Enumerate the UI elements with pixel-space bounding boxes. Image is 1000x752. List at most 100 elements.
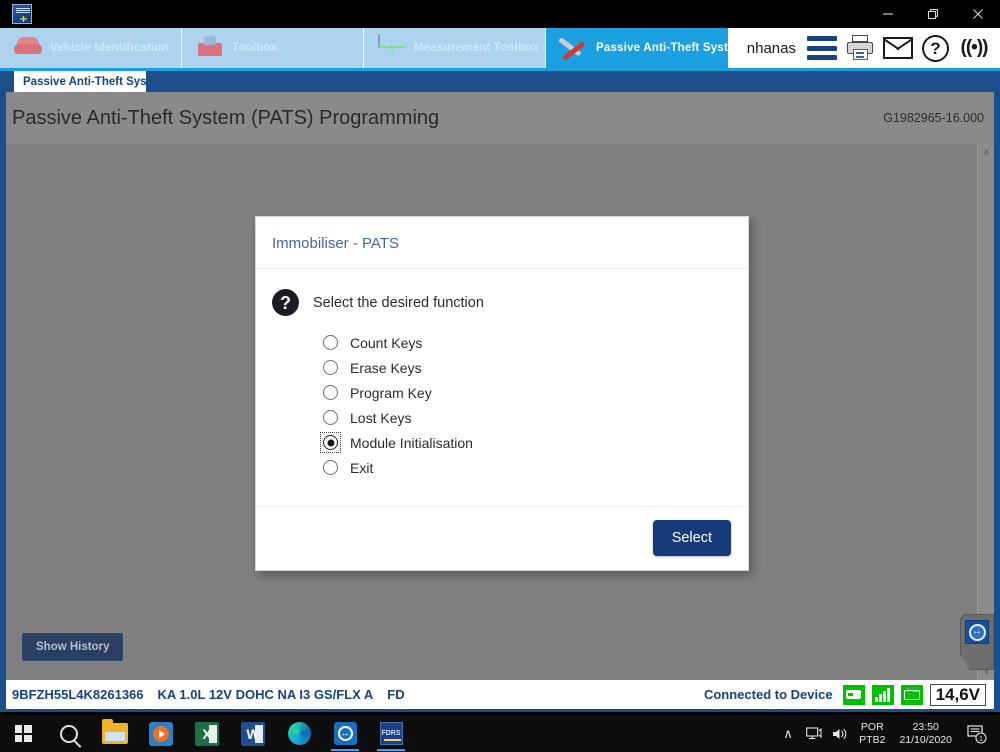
teamviewer-widget[interactable]: ↔ [960, 614, 994, 670]
user-name: nhanas [747, 40, 796, 57]
question-icon: ? [272, 289, 299, 316]
language-indicator[interactable]: POR PTB2 [853, 721, 891, 747]
tools-icon [560, 35, 588, 61]
application-window: Vehicle Identification Toolbox Measureme… [0, 0, 1000, 752]
clock[interactable]: 23:50 21/10/2020 [891, 721, 960, 747]
module-bar-actions: nhanas ? ((•)) [728, 28, 1000, 68]
radio-option-lost-keys[interactable]: Lost Keys [323, 405, 730, 430]
battery-status-icon [901, 685, 923, 705]
radio-option-count-keys[interactable]: Count Keys [323, 330, 730, 355]
vehicle-info: 9BFZH55L4K8261366 KA 1.0L 12V DOHC NA I3… [12, 687, 405, 702]
fdrs-button[interactable]: FDRS [368, 715, 414, 752]
radio-button[interactable] [323, 335, 338, 350]
search-icon [60, 725, 78, 743]
teamviewer-icon: ↔ [965, 620, 989, 644]
restore-icon[interactable] [910, 0, 955, 28]
menu-icon[interactable] [807, 36, 837, 60]
notifications-icon[interactable]: 1 [960, 715, 994, 752]
excel-icon: X [195, 722, 219, 746]
page-tab-bar: Passive Anti-Theft Sys [0, 68, 1000, 92]
radio-label: Exit [350, 460, 373, 476]
teamviewer-icon: ↔ [334, 722, 357, 745]
media-player-icon [149, 722, 173, 746]
version-label: G1982965-16.000 [883, 111, 984, 125]
radio-label: Program Key [350, 385, 432, 401]
obd-status-icon [843, 685, 865, 705]
dialog-prompt: ? Select the desired function [272, 289, 730, 316]
windows-taskbar: X W ↔ FDRS ∧ [0, 715, 1000, 752]
radio-button[interactable] [323, 410, 338, 425]
page-header: Passive Anti-Theft System (PATS) Program… [0, 92, 1000, 144]
radio-label: Lost Keys [350, 410, 411, 426]
media-player-button[interactable] [138, 715, 184, 752]
signal-status-icon [872, 685, 894, 705]
status-bar: 9BFZH55L4K8261366 KA 1.0L 12V DOHC NA I3… [0, 680, 1000, 712]
dialog-footer: Select [256, 506, 748, 570]
title-bar-spacer [44, 0, 865, 28]
taskbar-items: X W ↔ FDRS [0, 715, 414, 752]
scroll-up-arrow[interactable]: ∧ [978, 144, 995, 161]
market-code: FD [387, 687, 404, 702]
module-tab-bar: Vehicle Identification Toolbox Measureme… [0, 28, 1000, 68]
excel-button[interactable]: X [184, 715, 230, 752]
word-icon: W [241, 722, 265, 746]
broadcast-icon[interactable]: ((•)) [958, 35, 990, 61]
radio-option-exit[interactable]: Exit [323, 455, 730, 480]
module-tab-toolbox[interactable]: Toolbox [182, 28, 364, 68]
immobiliser-dialog: Immobiliser - PATS ? Select the desired … [255, 216, 749, 571]
network-icon[interactable] [801, 715, 827, 752]
help-icon[interactable]: ? [922, 35, 949, 62]
fdrs-icon: FDRS [380, 722, 403, 745]
radio-option-program-key[interactable]: Program Key [323, 380, 730, 405]
file-explorer-button[interactable] [92, 715, 138, 752]
show-history-button[interactable]: Show History [22, 633, 123, 661]
windows-icon [15, 725, 32, 742]
module-tab-label: Toolbox [232, 42, 277, 54]
radio-label: Module Initialisation [350, 435, 473, 451]
radio-option-module-initialisation[interactable]: Module Initialisation [323, 430, 730, 455]
minimize-icon[interactable] [865, 0, 910, 28]
volume-icon[interactable] [827, 715, 853, 752]
folder-icon [102, 723, 128, 744]
start-button[interactable] [0, 715, 46, 752]
language-line-2: PTB2 [859, 734, 885, 747]
module-tab-passive-anti-theft-system[interactable]: Passive Anti-Theft Syste [546, 28, 728, 68]
content-inner: Immobiliser - PATS ? Select the desired … [6, 144, 994, 680]
word-button[interactable]: W [230, 715, 276, 752]
module-tab-measurement-toolbox[interactable]: Measurement Toolbox [364, 28, 546, 68]
radio-button[interactable] [323, 435, 338, 450]
vehicle-description: KA 1.0L 12V DOHC NA I3 GS/FLX A [158, 687, 374, 702]
edge-button[interactable] [276, 715, 322, 752]
module-tab-label: Measurement Toolbox [414, 42, 539, 54]
module-tab-label: Vehicle Identification [50, 42, 169, 54]
mail-icon[interactable] [883, 37, 913, 59]
radio-button[interactable] [323, 385, 338, 400]
dialog-title: Immobiliser - PATS [272, 235, 730, 252]
window-title-bar [0, 0, 1000, 28]
voltage-display: 14,6V [930, 684, 986, 706]
toolbox-icon [196, 35, 224, 61]
content-area: Immobiliser - PATS ? Select the desired … [0, 144, 1000, 680]
edge-icon [288, 722, 311, 745]
dialog-prompt-text: Select the desired function [313, 295, 484, 311]
radio-button[interactable] [323, 460, 338, 475]
vertical-scrollbar[interactable]: ∧ ∨ [977, 144, 994, 680]
printer-icon[interactable] [846, 35, 874, 61]
system-tray: ∧ POR PTB2 23: [775, 715, 1000, 752]
radio-option-erase-keys[interactable]: Erase Keys [323, 355, 730, 380]
radio-label: Erase Keys [350, 360, 422, 376]
title-bar-icon-area [0, 0, 44, 28]
dialog-header: Immobiliser - PATS [256, 217, 748, 269]
tray-chevron-icon[interactable]: ∧ [775, 715, 801, 752]
select-button[interactable]: Select [653, 520, 731, 556]
radio-button[interactable] [323, 360, 338, 375]
close-icon[interactable] [955, 0, 1000, 28]
module-tab-vehicle-identification[interactable]: Vehicle Identification [0, 28, 182, 68]
page-tab-passive-anti-theft[interactable]: Passive Anti-Theft Sys [14, 71, 146, 92]
window-controls [865, 0, 1000, 28]
clock-date: 21/10/2020 [899, 734, 952, 747]
module-tab-label: Passive Anti-Theft Syste [596, 42, 728, 54]
page-title: Passive Anti-Theft System (PATS) Program… [12, 107, 439, 130]
search-button[interactable] [46, 715, 92, 752]
teamviewer-button[interactable]: ↔ [322, 715, 368, 752]
